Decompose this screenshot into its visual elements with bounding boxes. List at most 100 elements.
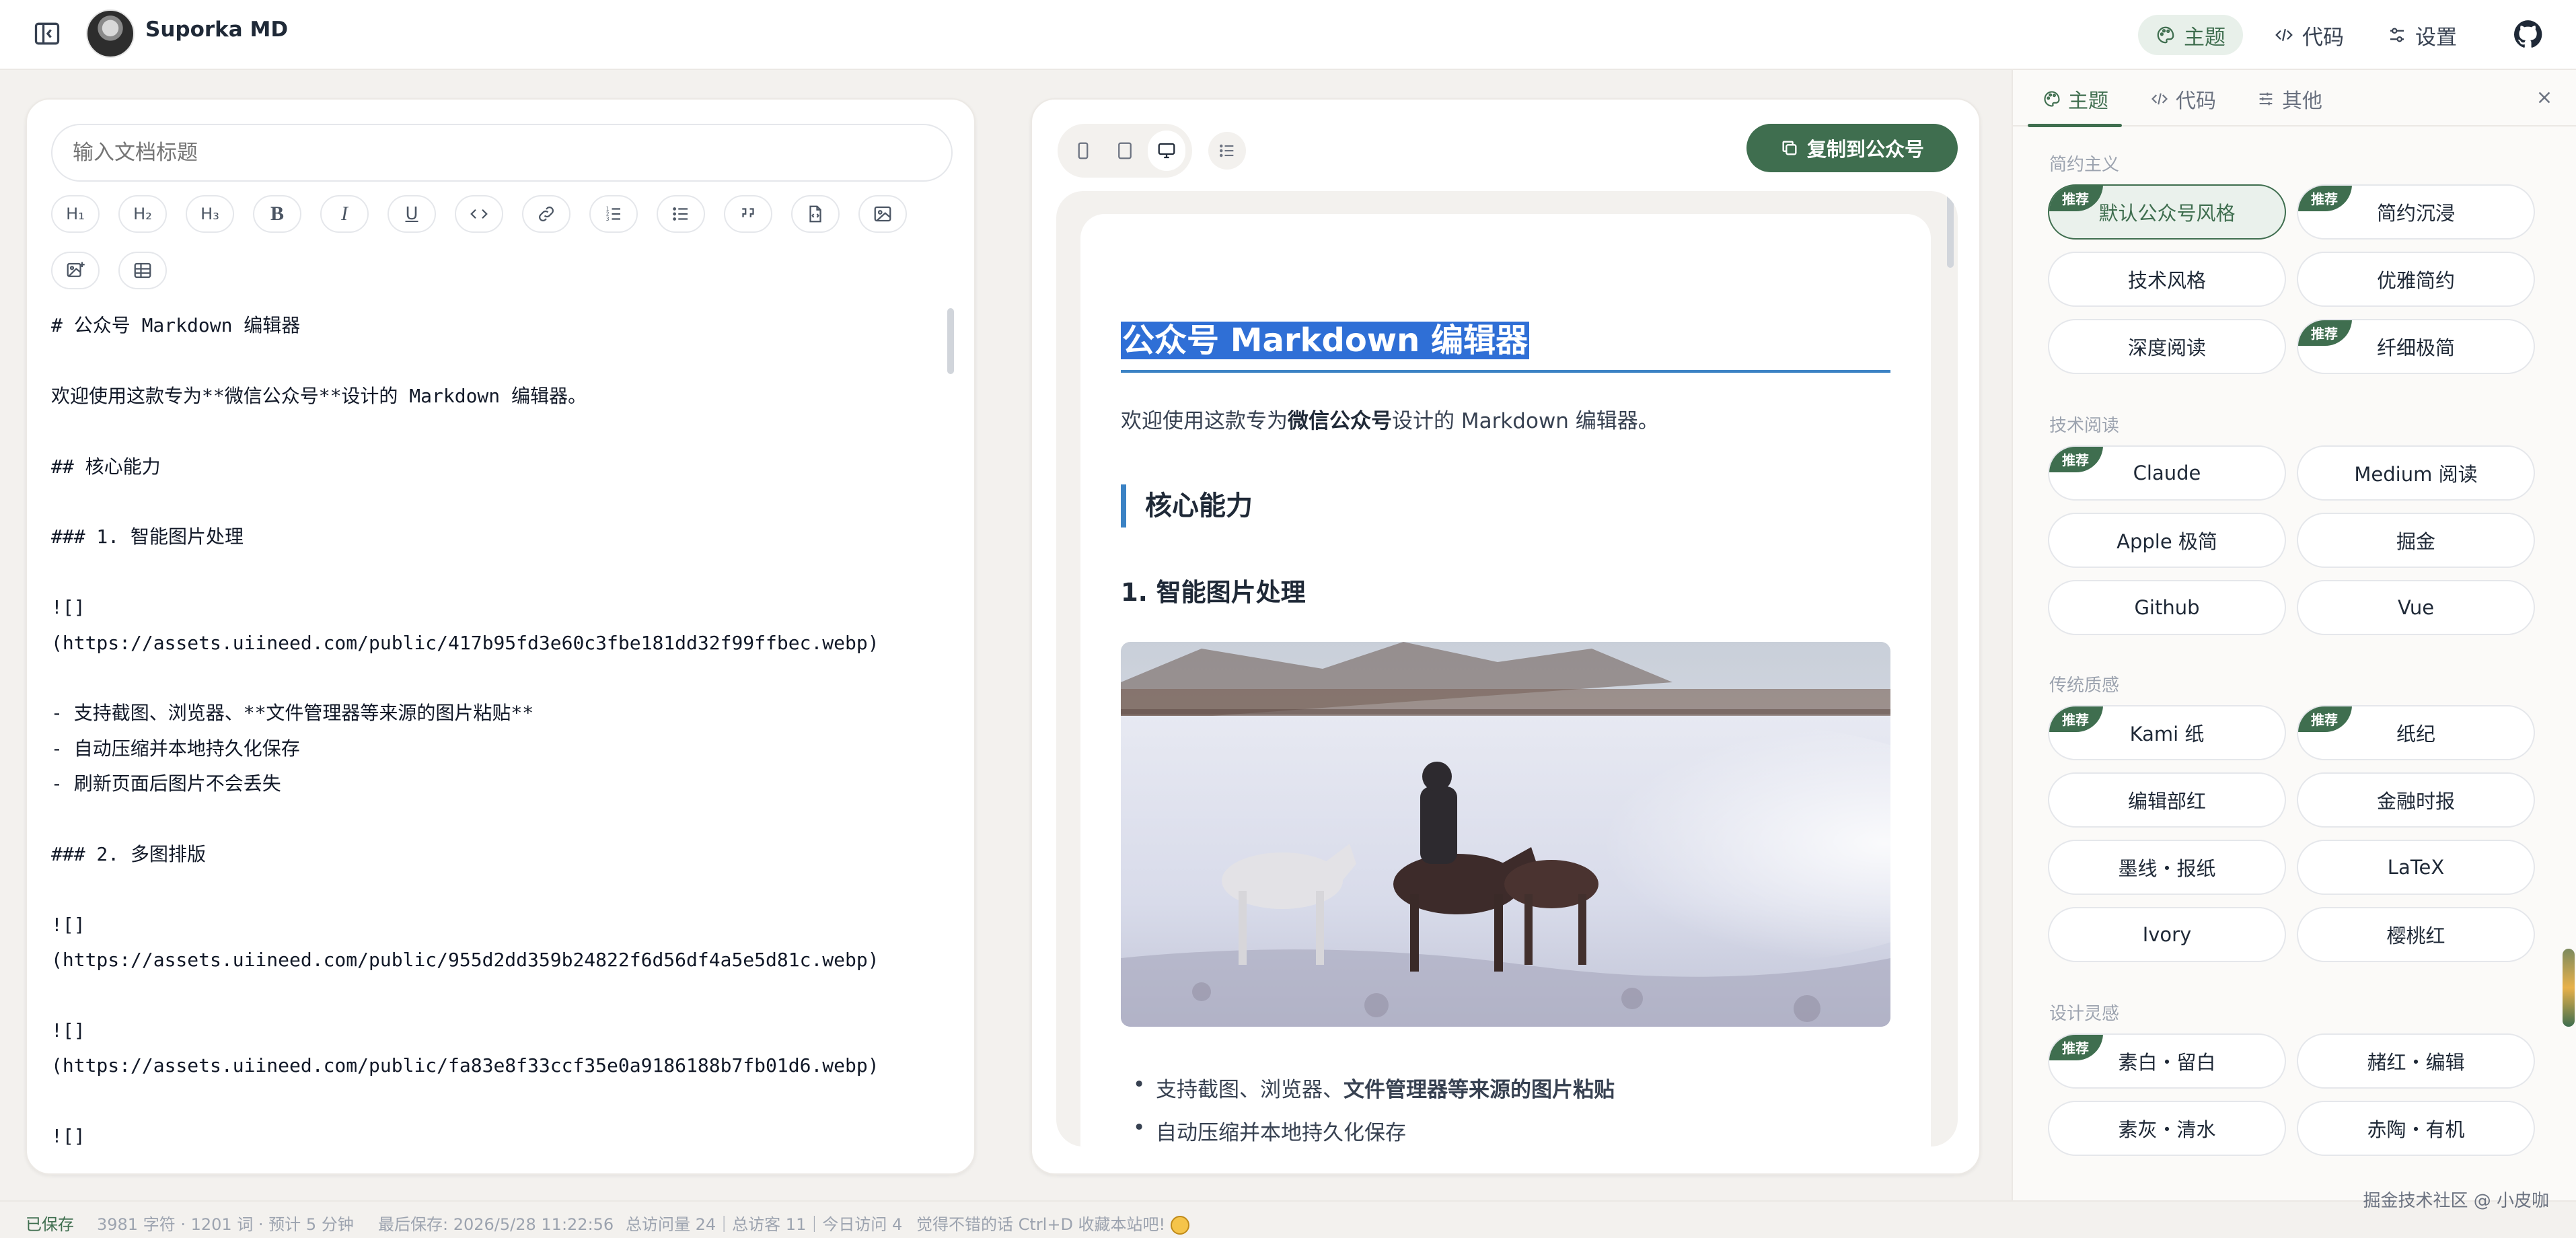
preview-scrollbar[interactable]	[1947, 192, 1954, 268]
editor-line: - 自动压缩并本地持久化保存	[51, 737, 300, 760]
recommended-badge: 推荐	[2298, 706, 2352, 732]
ordered-list-button[interactable]: 123	[589, 195, 638, 233]
image-plus-icon	[67, 262, 85, 277]
ordered-list-icon: 123	[606, 206, 620, 222]
watermark: 掘金技术社区 @ 小皮咖	[2363, 1191, 2549, 1211]
theme-option[interactable]: 技术风格	[2048, 252, 2286, 307]
document-title-input[interactable]	[51, 124, 953, 182]
theme-option[interactable]: 推荐 Claude	[2048, 445, 2286, 501]
theme-option[interactable]: 素灰・清水	[2048, 1101, 2286, 1156]
theme-option[interactable]: Apple 极简	[2048, 513, 2286, 568]
theme-option-label: 纸纪	[2396, 723, 2435, 745]
code-icon	[2151, 93, 2168, 105]
theme-option-label: 技术风格	[2127, 269, 2206, 292]
smartphone-icon	[1078, 142, 1089, 159]
close-icon[interactable]	[2534, 87, 2554, 108]
image-gallery-button[interactable]	[51, 252, 100, 289]
theme-option-label: 金融时报	[2376, 790, 2455, 813]
quote-button[interactable]	[724, 195, 772, 233]
theme-option[interactable]: 金融时报	[2297, 772, 2535, 828]
avatar[interactable]	[86, 9, 135, 58]
image-button[interactable]	[858, 195, 907, 233]
theme-option[interactable]: Ivory	[2048, 907, 2286, 962]
theme-option[interactable]: 推荐 默认公众号风格	[2048, 184, 2286, 240]
theme-option[interactable]: 编辑部红	[2048, 772, 2286, 828]
theme-option[interactable]: 墨线・报纸	[2048, 840, 2286, 895]
device-switcher	[1058, 124, 1192, 178]
tab-theme[interactable]: 主题	[2043, 82, 2108, 116]
theme-option[interactable]: 赭红・编辑	[2297, 1033, 2535, 1089]
theme-option[interactable]: Vue	[2297, 580, 2535, 635]
theme-option[interactable]: 深度阅读	[2048, 319, 2286, 374]
theme-option[interactable]: 推荐 素白・留白	[2048, 1033, 2286, 1089]
image-icon	[874, 206, 891, 222]
smile-icon	[1171, 1216, 1190, 1235]
palette-icon	[2157, 26, 2174, 44]
theme-option[interactable]: 掘金	[2297, 513, 2535, 568]
theme-option[interactable]: LaTeX	[2297, 840, 2535, 895]
theme-option-label: 编辑部红	[2127, 790, 2206, 813]
h3-button[interactable]: H₃	[186, 195, 234, 233]
tablet-view-button[interactable]	[1106, 131, 1144, 171]
h2-button[interactable]: H₂	[118, 195, 167, 233]
theme-option[interactable]: 推荐 简约沉浸	[2297, 184, 2535, 240]
theme-option[interactable]: Github	[2048, 580, 2286, 635]
tab-code[interactable]: 代码	[2150, 82, 2216, 116]
github-icon[interactable]	[2511, 17, 2545, 51]
mobile-view-button[interactable]	[1064, 131, 1102, 171]
h1-button[interactable]: H₁	[51, 195, 100, 233]
sidebar-scrollbar[interactable]	[2563, 949, 2575, 1027]
editor-line: ## 核心能力	[51, 455, 161, 478]
code-button[interactable]: 代码	[2256, 15, 2361, 55]
underline-button[interactable]: U	[388, 195, 436, 233]
sliders-horizontal-icon	[2259, 92, 2273, 106]
desktop-view-button[interactable]	[1148, 131, 1185, 171]
editor-line: (https://assets.uiineed.com/public/417b9…	[51, 631, 879, 654]
file-button[interactable]	[791, 195, 840, 233]
code-button[interactable]	[455, 195, 503, 233]
document-stats: 3981 字符 · 1201 词 · 预计 5 分钟	[97, 1215, 354, 1234]
theme-option-label: Claude	[2133, 462, 2201, 484]
theme-option-label: 深度阅读	[2127, 336, 2206, 359]
theme-option[interactable]: 推荐 Kami 纸	[2048, 705, 2286, 760]
unordered-list-button[interactable]	[657, 195, 705, 233]
theme-option-label: Vue	[2397, 596, 2435, 619]
toc-button[interactable]	[1208, 132, 1246, 170]
tab-other[interactable]: 其他	[2256, 82, 2322, 116]
table-button[interactable]	[118, 252, 167, 289]
theme-option-label: 墨线・报纸	[2118, 857, 2216, 880]
editor-line: ### 1. 智能图片处理	[51, 525, 244, 548]
theme-option-label: Github	[2134, 596, 2200, 619]
editor-line: ![]	[51, 596, 85, 619]
bold-button[interactable]: B	[253, 195, 301, 233]
theme-option[interactable]: Medium 阅读	[2297, 445, 2535, 501]
last-saved-time: 最后保存: 2026/5/28 11:22:56	[378, 1215, 614, 1234]
list-icon	[1220, 144, 1234, 157]
theme-button[interactable]: 主题	[2138, 15, 2243, 55]
editor-scrollbar[interactable]	[947, 308, 954, 374]
editor-line: - 支持截图、浏览器、**文件管理器等来源的图片粘贴**	[51, 702, 534, 725]
recommended-badge: 推荐	[2049, 1035, 2103, 1060]
markdown-editor[interactable]: # 公众号 Markdown 编辑器 欢迎使用这款专为**微信公众号**设计的 M…	[51, 308, 966, 1154]
theme-option[interactable]: 赤陶・有机	[2297, 1101, 2535, 1156]
theme-option-label: LaTeX	[2387, 856, 2445, 879]
editor-line: (https://assets.uiineed.com/public/fa83e…	[51, 1054, 879, 1077]
settings-button[interactable]: 设置	[2369, 15, 2474, 55]
theme-option[interactable]: 推荐纸纪	[2297, 705, 2535, 760]
copy-to-wechat-button[interactable]: 复制到公众号	[1746, 124, 1958, 172]
italic-button[interactable]: I	[320, 195, 369, 233]
sidebar-toggle-icon[interactable]	[31, 19, 63, 48]
theme-sidebar: 主题 代码 其他 简约主义 推荐 默认公众号风格 推荐 简约沉浸 技术风格 优雅简约 深度阅读…	[2012, 70, 2576, 1200]
theme-button-label: 主题	[2184, 25, 2225, 50]
theme-option[interactable]: 推荐 纤细极简	[2297, 319, 2535, 374]
file-code-icon	[809, 205, 821, 223]
theme-option[interactable]: 优雅简约	[2297, 252, 2535, 307]
theme-option[interactable]: 樱桃红	[2297, 907, 2535, 962]
link-button[interactable]	[522, 195, 571, 233]
theme-option-label: Medium 阅读	[2354, 463, 2478, 486]
